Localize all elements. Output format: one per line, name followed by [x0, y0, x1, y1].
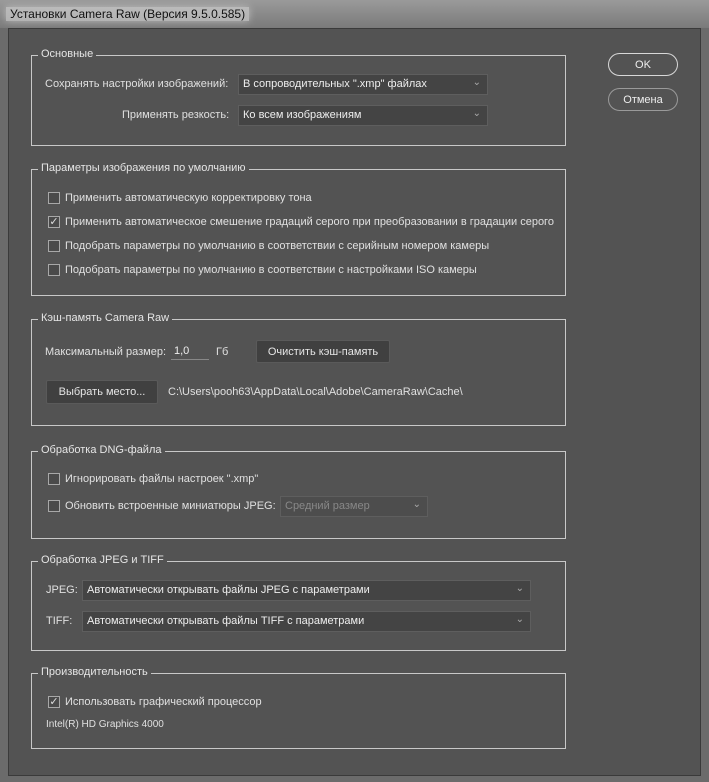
title-bar[interactable]: Установки Camera Raw (Версия 9.5.0.585) [0, 0, 709, 28]
group-performance: Производительность ✓ Использовать графич… [31, 666, 566, 749]
iso-defaults-checkbox[interactable] [48, 264, 60, 276]
group-title: Кэш-память Camera Raw [38, 312, 173, 324]
chevron-down-icon: ⌄ [472, 108, 481, 119]
group-general: Основные Сохранять настройки изображений… [31, 48, 566, 146]
ignore-xmp-label: Игнорировать файлы настроек ".xmp" [65, 473, 259, 485]
dialog-body: Основные Сохранять настройки изображений… [8, 28, 701, 776]
auto-grayscale-label: Применить автоматическое смешение градац… [65, 216, 554, 228]
group-title: Обработка DNG-файла [38, 444, 165, 456]
cache-path: C:\Users\pooh63\AppData\Local\Adobe\Came… [168, 386, 463, 398]
save-settings-select[interactable]: В сопроводительных ".xmp" файлах ⌄ [238, 74, 488, 95]
max-size-label: Максимальный размер: [45, 346, 167, 358]
unit-label: Гб [216, 346, 229, 358]
select-value: Автоматически открывать файлы TIFF с пар… [87, 615, 365, 627]
update-previews-label: Обновить встроенные миниатюры JPEG: [65, 500, 276, 512]
jpeg-label: JPEG: [46, 584, 78, 596]
check-icon: ✓ [49, 216, 59, 228]
preview-size-select[interactable]: Средний размер ⌄ [280, 496, 428, 517]
group-dng: Обработка DNG-файла Игнорировать файлы н… [31, 444, 566, 539]
save-settings-label: Сохранять настройки изображений: [45, 78, 229, 90]
sharpen-label: Применять резкость: [122, 109, 230, 121]
check-icon: ✓ [49, 696, 59, 708]
group-title: Производительность [38, 666, 151, 678]
group-jpeg-tiff: Обработка JPEG и TIFF JPEG: Автоматическ… [31, 554, 566, 651]
serial-defaults-label: Подобрать параметры по умолчанию в соотв… [65, 240, 490, 252]
ok-button[interactable]: OK [608, 53, 678, 76]
cancel-button[interactable]: Отмена [608, 88, 678, 111]
chevron-down-icon: ⌄ [412, 499, 421, 510]
max-size-input[interactable]: 1,0 [171, 343, 209, 360]
serial-defaults-checkbox[interactable] [48, 240, 60, 252]
chevron-down-icon: ⌄ [515, 583, 524, 594]
window-title: Установки Camera Raw (Версия 9.5.0.585) [6, 7, 250, 21]
chevron-down-icon: ⌄ [515, 614, 524, 625]
ignore-xmp-checkbox[interactable] [48, 473, 60, 485]
auto-grayscale-checkbox[interactable]: ✓ [48, 216, 60, 228]
use-gpu-checkbox[interactable]: ✓ [48, 696, 60, 708]
group-title: Параметры изображения по умолчанию [38, 162, 249, 174]
update-previews-checkbox[interactable] [48, 500, 60, 512]
chevron-down-icon: ⌄ [472, 77, 481, 88]
select-value: Автоматически открывать файлы JPEG с пар… [87, 584, 370, 596]
group-cache: Кэш-память Camera Raw Максимальный разме… [31, 312, 566, 426]
tiff-label: TIFF: [46, 615, 73, 627]
select-location-button[interactable]: Выбрать место... [46, 380, 158, 404]
use-gpu-label: Использовать графический процессор [65, 696, 262, 708]
group-title: Обработка JPEG и TIFF [38, 554, 167, 566]
purge-cache-button[interactable]: Очистить кэш-память [256, 340, 390, 363]
jpeg-select[interactable]: Автоматически открывать файлы JPEG с пар… [82, 580, 531, 601]
gpu-name: Intel(R) HD Graphics 4000 [46, 719, 164, 730]
group-defaults: Параметры изображения по умолчанию Приме… [31, 162, 566, 296]
select-value: В сопроводительных ".xmp" файлах [243, 78, 427, 90]
auto-tone-label: Применить автоматическую корректировку т… [65, 192, 312, 204]
tiff-select[interactable]: Автоматически открывать файлы TIFF с пар… [82, 611, 531, 632]
sharpen-select[interactable]: Ко всем изображениям ⌄ [238, 105, 488, 126]
group-title: Основные [38, 48, 97, 60]
select-value: Ко всем изображениям [243, 109, 362, 121]
select-value: Средний размер [285, 500, 370, 512]
auto-tone-checkbox[interactable] [48, 192, 60, 204]
iso-defaults-label: Подобрать параметры по умолчанию в соотв… [65, 264, 477, 276]
